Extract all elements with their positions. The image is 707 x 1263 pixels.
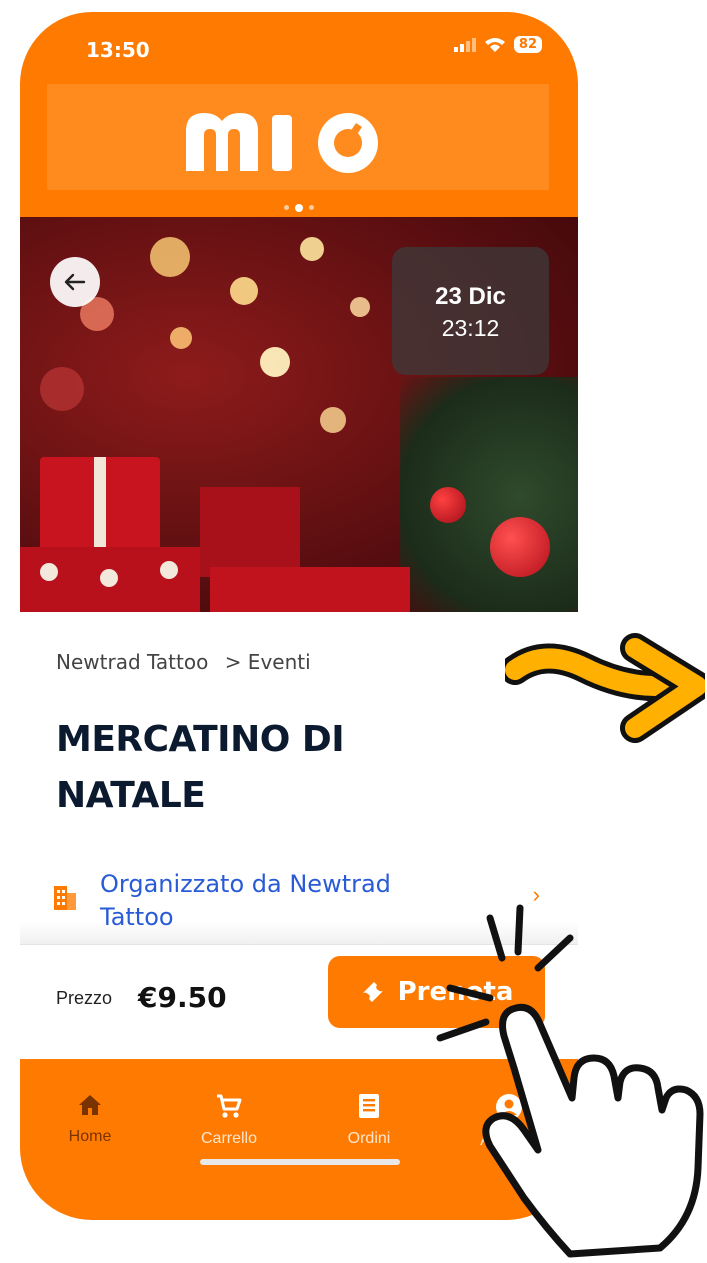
receipt-icon <box>359 1094 379 1118</box>
gift-box <box>40 457 160 557</box>
gift-box <box>200 487 300 577</box>
brand-banner <box>47 84 549 190</box>
bokeh-light <box>40 367 84 411</box>
wifi-icon <box>484 37 505 52</box>
nav-item-label: Home <box>68 1128 112 1145</box>
breadcrumb: Newtrad Tattoo > Eventi <box>56 650 311 674</box>
building-icon <box>54 886 76 910</box>
signal-icon <box>453 37 476 52</box>
organizer-label-line1: Organizzato da Newtrad <box>100 870 391 898</box>
home-indicator[interactable] <box>200 1159 400 1165</box>
carousel-dot[interactable] <box>309 205 314 210</box>
bokeh-light <box>170 327 192 349</box>
tap-hand-icon <box>436 904 704 1258</box>
nav-item-label: Ordini <box>347 1130 391 1147</box>
nav-item-label: Carrello <box>200 1130 257 1147</box>
christmas-tree <box>400 377 578 612</box>
home-icon <box>79 1095 101 1115</box>
event-title-line2: NATALE <box>56 775 206 816</box>
carousel-dot-active[interactable] <box>295 204 303 212</box>
back-button[interactable] <box>50 257 100 307</box>
arrow-left-icon <box>64 273 86 291</box>
price-label: Prezzo <box>56 988 113 1008</box>
cart-icon <box>217 1094 242 1118</box>
nav-item-home[interactable]: Home <box>45 1093 135 1146</box>
ornament <box>430 487 466 523</box>
ticket-icon <box>362 982 383 1002</box>
event-title: MERCATINO DI NATALE <box>56 712 476 824</box>
app-header: 13:50 82 <box>20 12 578 217</box>
nav-item-cart[interactable]: Carrello <box>184 1093 274 1148</box>
bokeh-light <box>350 297 370 317</box>
bokeh-light <box>260 347 290 377</box>
event-date-badge: 23 Dic 23:12 <box>392 247 549 375</box>
event-date-time: 23:12 <box>441 315 500 341</box>
event-hero-image: 23 Dic 23:12 <box>20 217 578 612</box>
bokeh-light <box>230 277 258 305</box>
arrow-right-icon <box>505 633 705 743</box>
battery-indicator: 82 <box>513 36 542 53</box>
bokeh-light <box>300 237 324 261</box>
mio-logo <box>180 101 416 173</box>
breadcrumb-section[interactable]: > Eventi <box>225 650 311 674</box>
event-date-day: 23 Dic <box>435 283 506 310</box>
breadcrumb-shop[interactable]: Newtrad Tattoo <box>56 650 208 674</box>
bokeh-light <box>150 237 190 277</box>
bokeh-light <box>320 407 346 433</box>
status-time: 13:50 <box>86 38 150 62</box>
gift-box <box>210 567 410 612</box>
carousel-dots[interactable] <box>20 204 578 212</box>
ornament <box>490 517 550 577</box>
status-icons: 82 <box>453 36 542 53</box>
nav-item-orders[interactable]: Ordini <box>324 1093 414 1148</box>
gift-box <box>20 547 200 612</box>
price-value: €9.50 <box>138 981 227 1014</box>
event-title-line1: MERCATINO DI <box>56 719 345 760</box>
carousel-dot[interactable] <box>284 205 289 210</box>
